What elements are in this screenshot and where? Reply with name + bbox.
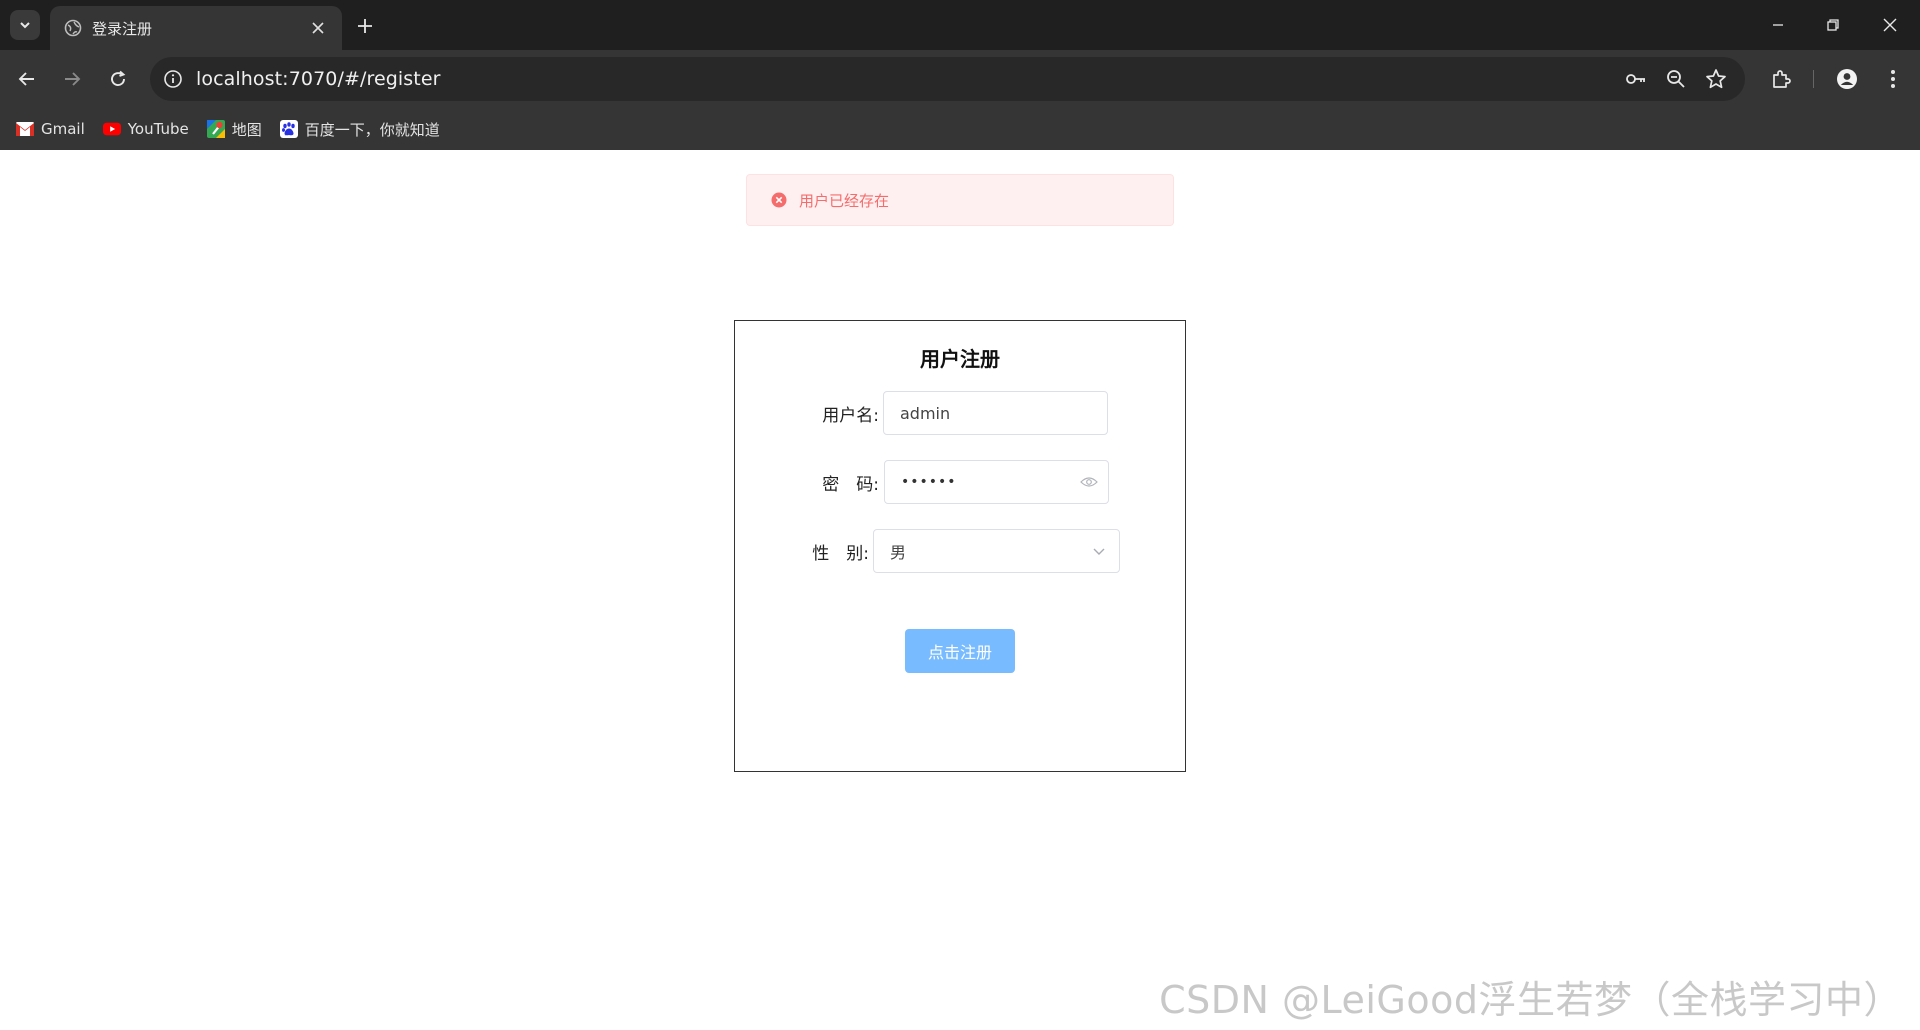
gender-row: 性 别: 男 [803,529,1120,573]
baidu-icon [279,120,298,138]
username-row: 用户名: admin [815,391,1108,435]
youtube-icon [102,120,121,138]
reload-icon [111,70,126,86]
address-bar[interactable]: localhost:7070/#/register [150,57,1745,101]
url-text: localhost:7070/#/register [196,68,441,90]
back-button[interactable] [12,64,42,94]
register-button[interactable]: 点击注册 [905,629,1015,673]
bookmark-baidu[interactable]: 百度一下，你就知道 [278,114,442,144]
username-value: admin [900,403,951,423]
arrow-right-icon [65,72,81,86]
chevron-down-icon [1091,543,1107,559]
chevron-down-icon [20,22,30,29]
bookmark-gmail[interactable]: Gmail [14,114,87,144]
site-info-icon[interactable] [162,68,184,90]
profile-button[interactable] [1832,64,1862,94]
password-value: •••••• [901,474,957,490]
toolbar-divider [1813,70,1814,88]
bookmark-label: 百度一下，你就知道 [304,120,440,139]
bookmark-youtube[interactable]: YouTube [101,114,191,144]
form-title: 用户注册 [920,347,1000,371]
page-content: 用户已经存在 用户注册 用户名: admin 密 码: •••••• 性 别: … [0,150,1920,1030]
gender-selected-value: 男 [890,543,907,562]
bookmark-label: Gmail [41,120,85,138]
tab-search-button[interactable] [10,10,40,40]
minimize-icon [1773,24,1783,26]
tab-strip: 登录注册 [0,0,1920,50]
puzzle-icon [1773,70,1791,88]
gmail-icon [16,120,34,138]
menu-button[interactable] [1878,64,1908,94]
minimize-button[interactable] [1765,12,1791,38]
extensions-button[interactable] [1766,64,1796,94]
password-row: 密 码: •••••• [815,460,1109,504]
close-window-button[interactable] [1877,12,1903,38]
plus-icon [358,19,372,33]
restore-icon [1827,19,1839,31]
bookmark-label: 地图 [231,120,262,139]
active-tab[interactable]: 登录注册 [50,6,342,50]
close-tab-icon[interactable] [306,16,330,40]
restore-button[interactable] [1820,12,1846,38]
bookmark-label: YouTube [127,120,189,138]
register-card: 用户注册 用户名: admin 密 码: •••••• 性 别: 男 点击注册 [734,320,1186,772]
forward-button[interactable] [57,64,87,94]
watermark: CSDN @LeiGood浮生若梦（全栈学习中） [1159,978,1902,1022]
bookmark-maps[interactable]: 地图 [205,114,264,144]
avatar-icon [1837,69,1857,89]
password-input[interactable]: •••••• [884,460,1109,504]
error-alert: 用户已经存在 [746,174,1174,226]
eye-icon[interactable] [1080,475,1098,489]
gender-select[interactable]: 男 [873,529,1120,573]
arrow-left-icon [18,72,34,86]
reload-button[interactable] [103,64,133,94]
browser-toolbar: localhost:7070/#/register [0,50,1920,108]
bookmark-star-icon[interactable] [1704,67,1728,91]
new-tab-button[interactable] [352,13,378,39]
globe-icon [64,19,82,37]
username-input[interactable]: admin [883,391,1108,435]
alert-message: 用户已经存在 [799,191,890,210]
zoom-icon[interactable] [1664,67,1688,91]
username-label: 用户名: [822,405,879,426]
bookmarks-bar: Gmail YouTube 地图 百度一下，你就知道 [0,108,1920,150]
tab-title: 登录注册 [92,19,153,38]
password-key-icon[interactable] [1624,67,1648,91]
close-icon [1883,18,1897,32]
password-label: 密 码: [822,474,879,495]
gender-label: 性 别: [812,543,869,564]
more-vertical-icon [1891,70,1895,88]
error-circle-icon [771,192,787,208]
maps-icon [206,120,225,138]
